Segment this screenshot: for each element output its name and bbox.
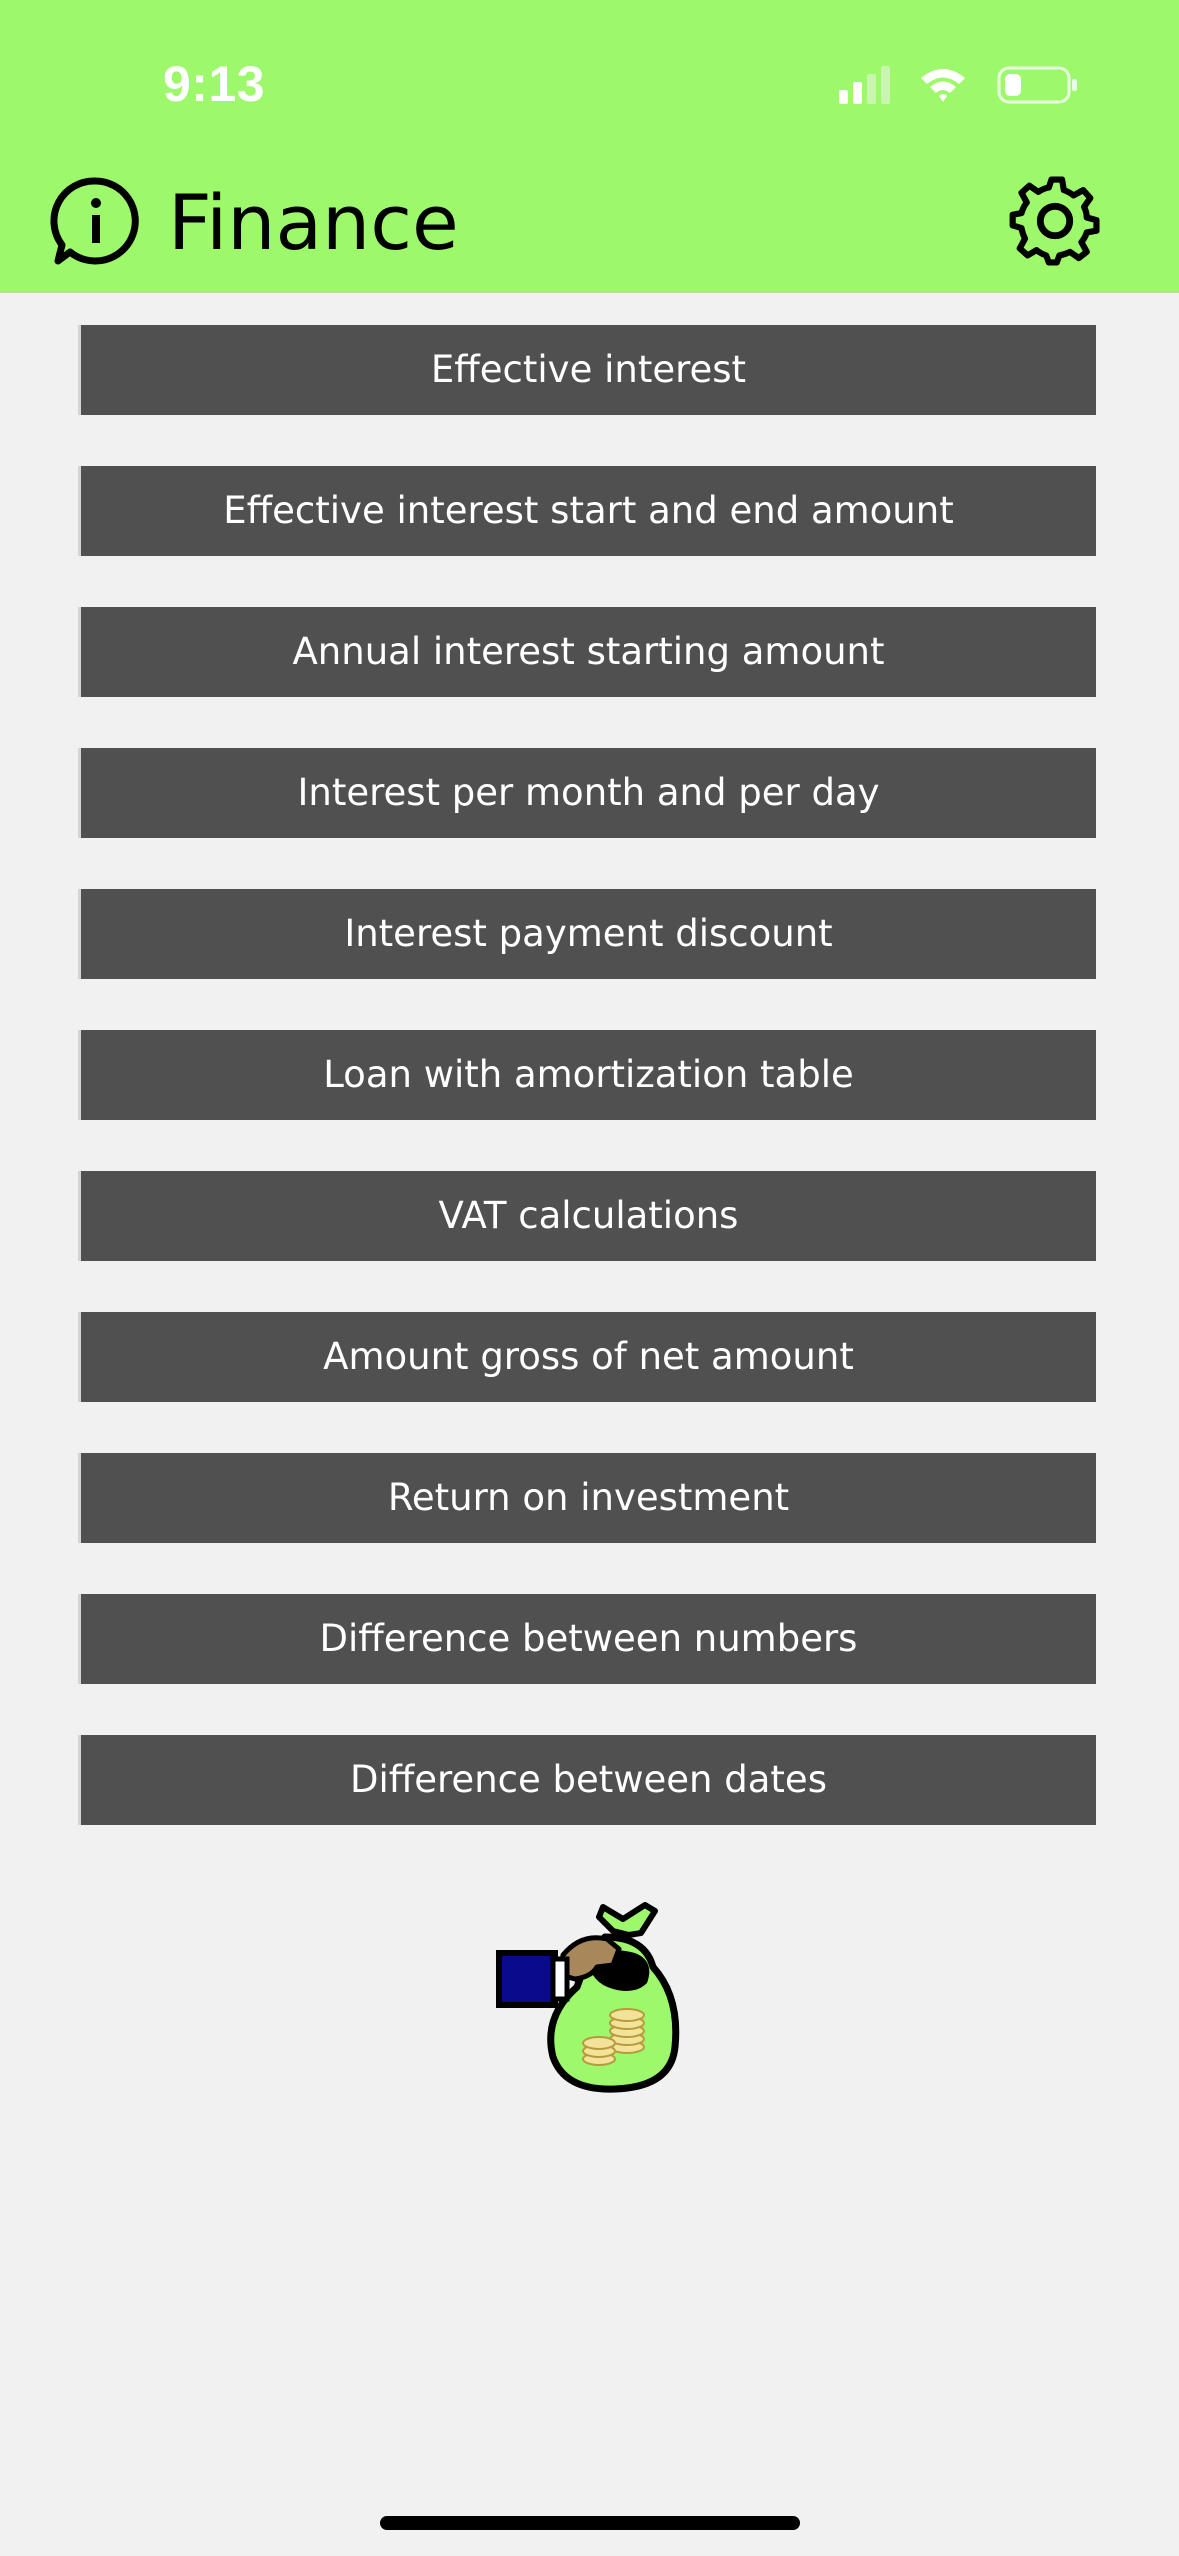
- money-bag-icon: [496, 1902, 680, 2093]
- menu-button-return-on-investment[interactable]: Return on investment: [78, 1453, 1096, 1543]
- menu-button-loan-amortization[interactable]: Loan with amortization table: [78, 1030, 1096, 1120]
- cellular-signal-icon: [839, 66, 890, 104]
- wifi-icon: [921, 69, 965, 102]
- menu-button-interest-per-month-day[interactable]: Interest per month and per day: [78, 748, 1096, 838]
- menu-button-difference-dates[interactable]: Difference between dates: [78, 1735, 1096, 1825]
- gear-icon[interactable]: [1006, 172, 1104, 270]
- info-icon[interactable]: [50, 175, 142, 267]
- menu-button-effective-interest[interactable]: Effective interest: [78, 325, 1096, 415]
- page-title: Finance: [168, 178, 459, 267]
- menu-button-annual-interest-starting-amount[interactable]: Annual interest starting amount: [78, 607, 1096, 697]
- menu-button-vat-calculations[interactable]: VAT calculations: [78, 1171, 1096, 1261]
- menu-button-difference-numbers[interactable]: Difference between numbers: [78, 1594, 1096, 1684]
- menu-button-amount-gross-net[interactable]: Amount gross of net amount: [78, 1312, 1096, 1402]
- app-header: 9:13 Finance: [0, 0, 1179, 293]
- battery-icon: [997, 66, 1077, 104]
- status-time: 9:13: [163, 56, 266, 112]
- status-icons: [839, 66, 1077, 104]
- menu-button-effective-interest-start-end[interactable]: Effective interest start and end amount: [78, 466, 1096, 556]
- home-indicator[interactable]: [380, 2516, 800, 2530]
- menu-button-interest-payment-discount[interactable]: Interest payment discount: [78, 889, 1096, 979]
